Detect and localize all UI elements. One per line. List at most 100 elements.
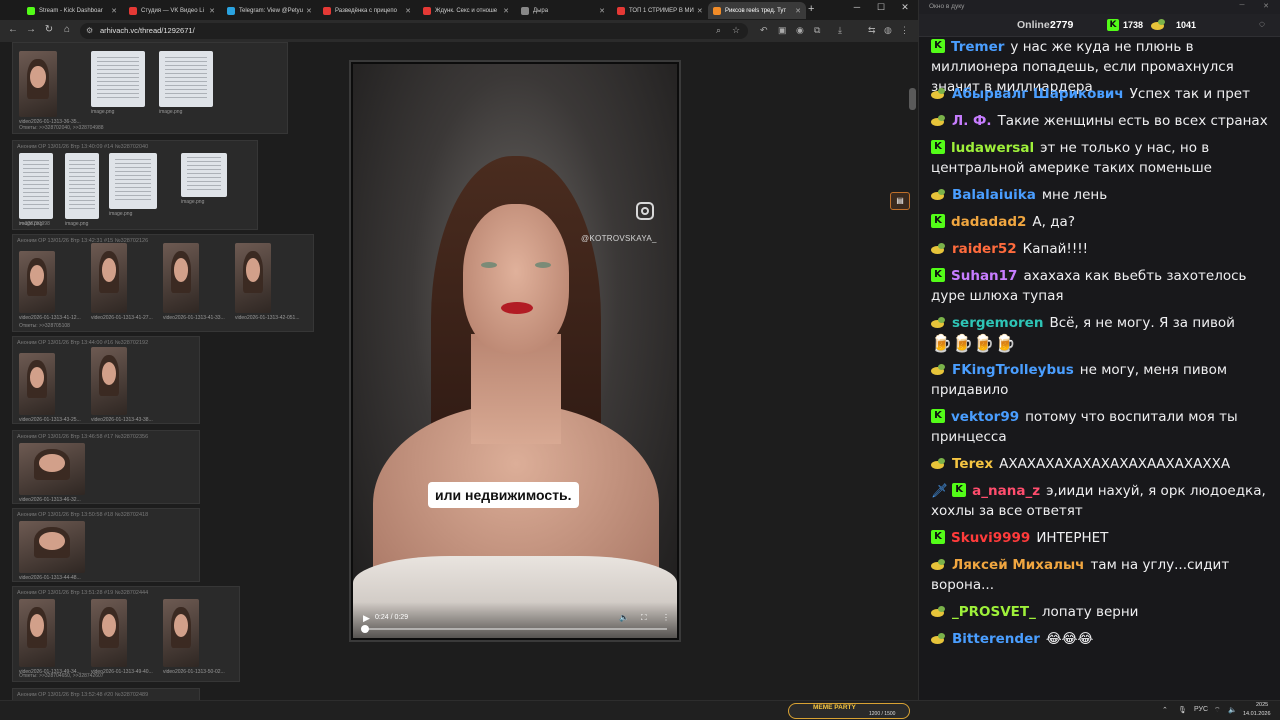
clock-time[interactable]: 2025 <box>1256 702 1268 708</box>
post-attachment-thumbnail[interactable] <box>181 153 227 197</box>
post-attachment-thumbnail[interactable] <box>163 599 199 667</box>
chat-message[interactable]: Абырвалг Шарикович Успех так и прет <box>931 84 1271 104</box>
post-attachment-thumbnail[interactable] <box>159 51 213 107</box>
browser-tab[interactable]: Риксов reels тред. Тут ✕ <box>708 2 806 19</box>
volume-icon[interactable]: 🔈 <box>1228 706 1237 714</box>
chat-username[interactable]: Л. Ф. <box>952 113 992 129</box>
volume-icon[interactable]: 🔈 <box>619 613 629 622</box>
post-replies[interactable]: Ответы: >>328705108 <box>19 323 70 329</box>
settings-icon[interactable]: ◌ <box>1259 19 1265 30</box>
attachment-filename[interactable]: image.png <box>159 109 182 115</box>
post-attachment-thumbnail[interactable] <box>91 243 127 313</box>
play-icon[interactable]: ▶ <box>363 613 370 624</box>
post-attachment-thumbnail[interactable] <box>65 153 99 219</box>
chat-username[interactable]: dadadad2 <box>951 214 1026 230</box>
post-header[interactable]: Аноним OP 13/01/26 Втр 13:40:09 #14 №328… <box>17 144 148 150</box>
extension-icon[interactable]: ↶ <box>760 25 768 36</box>
chat-message[interactable]: ludawersalэт не только у нас, но в центр… <box>931 138 1271 178</box>
extension-icon[interactable]: ◉ <box>796 25 804 36</box>
meme-party-widget[interactable]: MEME PARTY 1200 / 1500 <box>788 703 910 719</box>
more-options-icon[interactable]: ⋮ <box>662 613 670 622</box>
post-attachment-thumbnail[interactable] <box>91 347 127 415</box>
video-frame[interactable]: @KOTROVSKAYA_ или недвижимость. <box>353 64 677 638</box>
video-player[interactable]: @KOTROVSKAYA_ или недвижимость. ▶ 0:24 /… <box>349 60 681 642</box>
bookmark-star-icon[interactable]: ☆ <box>732 25 740 36</box>
chat-username[interactable]: Skuvi9999 <box>951 530 1030 546</box>
post-attachment-thumbnail[interactable] <box>19 251 55 313</box>
post-attachment-thumbnail[interactable] <box>19 353 55 415</box>
post-attachment-thumbnail[interactable] <box>91 51 145 107</box>
tab-close-icon[interactable]: ✕ <box>500 7 509 15</box>
page-scrollbar[interactable] <box>909 88 916 110</box>
fullscreen-icon[interactable]: ⛶ <box>641 613 647 623</box>
chat-message[interactable]: sergemoren Всё, я не могу. Я за пивой 🍺🍺🍺… <box>931 313 1271 354</box>
chat-username[interactable]: vektor99 <box>951 409 1019 425</box>
chat-message[interactable]: Suhan17ахахаха как вьебть захотелось дур… <box>931 266 1271 306</box>
post-attachment-thumbnail[interactable] <box>91 599 127 667</box>
reload-icon[interactable]: ↻ <box>42 24 56 35</box>
chat-message[interactable]: _PROSVET_ лопату верни <box>931 602 1271 622</box>
post-header[interactable]: Аноним OP 13/01/26 Втр 13:46:58 #17 №328… <box>17 434 148 440</box>
attachment-filename[interactable]: image.png <box>181 199 204 205</box>
post-header[interactable]: Аноним OP 13/01/26 Втр 13:51:28 #19 №328… <box>17 590 148 596</box>
extension-icon[interactable]: ▣ <box>778 25 787 36</box>
chevron-up-icon[interactable]: ⌃ <box>1162 706 1168 714</box>
chat-username[interactable]: a_nana_z <box>972 483 1040 499</box>
post-header[interactable]: Аноним OP 13/01/26 Втр 13:42:31 #15 №328… <box>17 238 148 244</box>
attachment-filename[interactable]: image.png <box>91 109 114 115</box>
tab-close-icon[interactable]: ✕ <box>108 7 117 15</box>
post-replies[interactable]: Ответы: >>328704650, >>328742607 <box>19 673 104 679</box>
chat-username[interactable]: Ляксей Михалыч <box>952 557 1084 573</box>
network-icon[interactable]: ⌔ <box>1214 706 1221 715</box>
post-header[interactable]: Аноним OP 13/01/26 Втр 13:50:58 #18 №328… <box>17 512 148 518</box>
attachment-filename[interactable]: video2026-01-1313-44-48... <box>19 575 81 581</box>
chat-message[interactable]: 🗡a_nana_zэ,ииди нахуй, я орк людоедка, х… <box>931 481 1271 521</box>
browser-tab[interactable]: Студия — VK Видео Li ✕ <box>124 2 220 19</box>
attachment-filename[interactable]: video2026-01-1313-43-38... <box>91 417 153 423</box>
chat-username[interactable]: Balalaiuika <box>952 187 1036 203</box>
tab-close-icon[interactable]: ✕ <box>206 7 215 15</box>
chat-message[interactable]: Balalaiuika мне лень <box>931 185 1271 205</box>
attachment-filename[interactable]: video2026-01-1313-50-02... <box>163 669 225 675</box>
chat-message[interactable]: Ляксей Михалыч там на углу...сидит ворона… <box>931 555 1271 595</box>
chat-username[interactable]: ludawersal <box>951 140 1034 156</box>
chat-username[interactable]: raider52 <box>952 241 1017 257</box>
attachment-filename[interactable]: video2026-01-1313-42-051... <box>235 315 300 321</box>
home-icon[interactable]: ⌂ <box>60 24 74 35</box>
post-attachment-thumbnail[interactable] <box>19 443 85 495</box>
chat-message[interactable]: FKingTrolleybus не могу, меня пивом прида… <box>931 360 1271 400</box>
chat-message[interactable]: Skuvi9999 ИНТЕРНЕТ <box>931 528 1271 548</box>
post-replies[interactable]: Ответы: >>328702040, >>328704988 <box>19 125 104 131</box>
attachment-filename[interactable]: video2026-01-1313-41-12... <box>19 315 81 321</box>
browser-tab[interactable]: Telegram: View @Petyu ✕ <box>222 2 316 19</box>
minimize-icon[interactable]: ─ <box>1233 2 1251 9</box>
chat-username[interactable]: Tremer <box>951 39 1004 55</box>
attachment-filename[interactable]: video2026-01-1313-43-25... <box>19 417 81 423</box>
chat-message[interactable]: Л. Ф. Такие женщины есть во всех странах <box>931 111 1271 131</box>
post-attachment-thumbnail[interactable] <box>19 521 85 573</box>
chat-username[interactable]: Абырвалг Шарикович <box>952 86 1124 102</box>
clock-date[interactable]: 14.01.2026 <box>1243 711 1271 717</box>
download-icon[interactable]: ⤓ <box>838 25 842 36</box>
video-progress-bar[interactable] <box>361 625 667 633</box>
forward-icon[interactable]: → <box>24 24 38 35</box>
chat-message[interactable]: raider52 Капай!!!! <box>931 239 1271 259</box>
address-text[interactable]: arhivach.vc/thread/1292671/ <box>100 26 195 35</box>
language-indicator[interactable]: РУС <box>1194 706 1208 713</box>
minimize-icon[interactable]: ─ <box>846 2 868 12</box>
browser-tab[interactable]: Stream - Kick Dashboar ✕ <box>22 2 122 19</box>
close-icon[interactable]: ✕ <box>894 2 916 13</box>
tab-close-icon[interactable]: ✕ <box>694 7 703 15</box>
maximize-icon[interactable]: ☐ <box>870 2 892 13</box>
more-menu-icon[interactable]: ⋮ <box>900 25 909 36</box>
post-attachment-thumbnail[interactable] <box>19 153 53 219</box>
attachment-filename[interactable]: video2026-01-1313-41-27... <box>91 315 153 321</box>
attachment-filename[interactable]: image.png <box>65 221 88 227</box>
chat-username[interactable]: Terex <box>952 456 993 472</box>
chat-message[interactable]: Bitterender 😂😂😂 <box>931 629 1271 649</box>
chat-username[interactable]: Suhan17 <box>951 268 1017 284</box>
attachment-filename[interactable]: video2026-01-1313-46-32... <box>19 497 81 503</box>
post-attachment-thumbnail[interactable] <box>19 51 57 117</box>
video-progress-knob[interactable] <box>361 625 369 633</box>
post-header[interactable]: Аноним OP 13/01/26 Втр 13:44:00 #16 №328… <box>17 340 148 346</box>
